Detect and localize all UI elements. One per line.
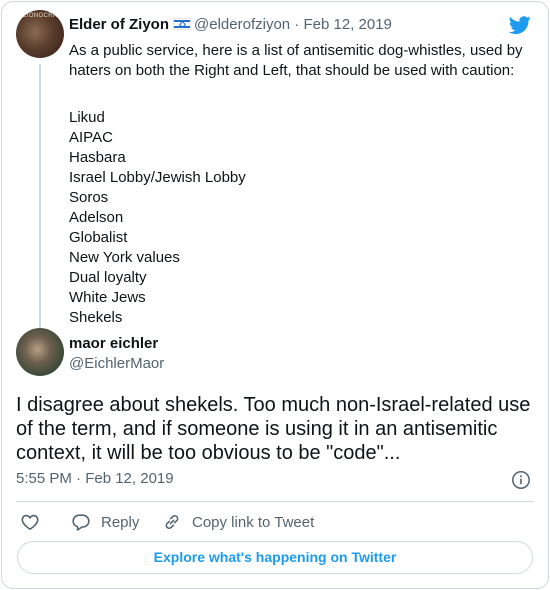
parent-tweet[interactable]: ZIONOCRA Elder of Ziyon @elderofziyon · F… (16, 10, 536, 328)
list-item: Hasbara (69, 149, 126, 166)
list-item: Likud (69, 109, 105, 126)
explore-twitter-button[interactable]: Explore what's happening on Twitter (17, 541, 533, 574)
list-item: Soros (69, 189, 109, 206)
tweet-timestamp[interactable]: 5:55 PM · Feb 12, 2019 (16, 470, 174, 487)
info-icon[interactable] (511, 470, 531, 490)
separator: · (294, 16, 300, 33)
maor-eichler-avatar[interactable] (16, 328, 64, 376)
author-handle[interactable]: @EichlerMaor (69, 355, 164, 372)
reply-tweet-text: I disagree about shekels. Too much non-I… (16, 394, 531, 464)
divider (16, 501, 534, 502)
list-item: AIPAC (69, 129, 113, 146)
parent-tweet-body: As a public service, here is a list of a… (69, 42, 523, 79)
elder-of-ziyon-avatar[interactable]: ZIONOCRA (16, 10, 64, 58)
parent-tweet-header: Elder of Ziyon @elderofziyon · Feb 12, 20… (69, 16, 392, 36)
copy-link-button[interactable]: Copy link to Tweet (162, 510, 314, 534)
link-icon (165, 514, 179, 530)
israel-flag-icon (173, 18, 192, 30)
thread-line (39, 64, 41, 328)
copy-link-label: Copy link to Tweet (192, 513, 315, 531)
author-name[interactable]: Elder of Ziyon (69, 16, 169, 33)
list-item: Adelson (69, 209, 124, 226)
list-item: Dual loyalty (69, 269, 147, 286)
reply-icon (72, 514, 90, 531)
tweet-date[interactable]: Feb 12, 2019 (303, 16, 391, 33)
list-item: Globalist (69, 229, 128, 246)
author-name[interactable]: maor eichler (69, 335, 158, 352)
twitter-bird-icon[interactable] (508, 14, 532, 36)
list-item: White Jews (69, 289, 146, 306)
reply-author[interactable]: maor eichler @EichlerMaor (16, 328, 516, 378)
like-button[interactable] (20, 510, 40, 534)
reply-label: Reply (101, 513, 140, 531)
avatar-text: ZIONOCRA (22, 13, 58, 19)
heart-icon (21, 514, 39, 530)
list-item: Shekels (69, 309, 123, 326)
list-item: Israel Lobby/Jewish Lobby (69, 169, 246, 186)
list-item: New York values (69, 249, 180, 266)
author-handle[interactable]: @elderofziyon (194, 16, 290, 33)
dog-whistle-list: Likud AIPAC Hasbara Israel Lobby/Jewish … (69, 108, 246, 328)
reply-button[interactable]: Reply (71, 510, 139, 534)
